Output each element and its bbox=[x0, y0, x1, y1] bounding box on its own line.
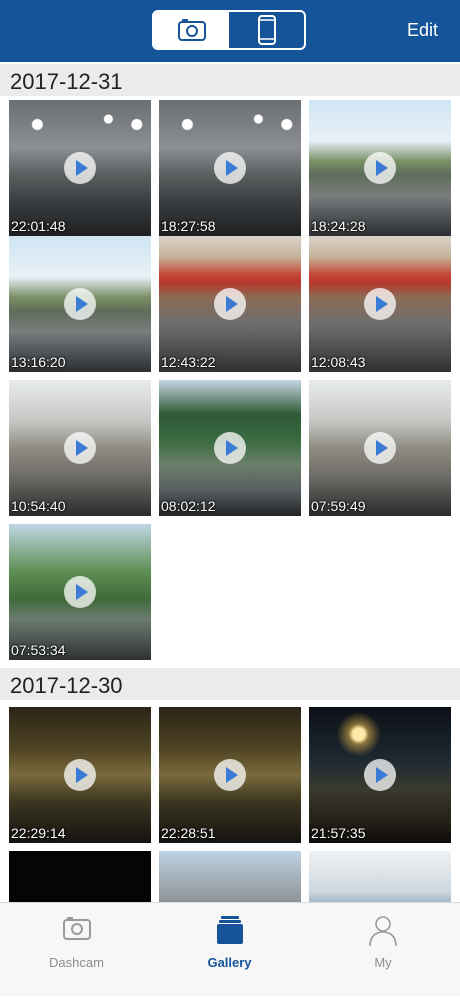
video-thumbnail[interactable] bbox=[159, 851, 301, 902]
tab-gallery[interactable]: Gallery bbox=[153, 903, 306, 997]
video-time: 12:43:22 bbox=[161, 354, 216, 370]
play-icon bbox=[214, 288, 246, 320]
phone-icon bbox=[257, 15, 276, 45]
play-icon bbox=[364, 432, 396, 464]
play-icon bbox=[214, 432, 246, 464]
tab-my[interactable]: My bbox=[306, 903, 460, 997]
video-thumbnail[interactable]: 10:54:40 bbox=[9, 380, 151, 516]
video-time: 18:24:28 bbox=[311, 218, 366, 234]
video-time: 12:08:43 bbox=[311, 354, 366, 370]
play-icon bbox=[364, 759, 396, 791]
video-time: 07:59:49 bbox=[311, 498, 366, 514]
source-segmented-control[interactable] bbox=[152, 10, 306, 50]
camera-icon bbox=[177, 19, 206, 41]
video-time: 07:53:34 bbox=[11, 642, 66, 658]
thumbnail-image bbox=[159, 851, 301, 902]
video-thumbnail[interactable]: 12:08:43 bbox=[309, 236, 451, 372]
video-thumbnail[interactable]: 12:43:22 bbox=[159, 236, 301, 372]
play-icon bbox=[64, 759, 96, 791]
play-icon bbox=[64, 288, 96, 320]
video-time: 18:27:58 bbox=[161, 218, 216, 234]
video-time: 22:01:48 bbox=[11, 218, 66, 234]
video-thumbnail[interactable]: 22:29:14 bbox=[9, 707, 151, 843]
play-icon bbox=[64, 152, 96, 184]
video-thumbnail[interactable]: 22:28:51 bbox=[159, 707, 301, 843]
section-date-header: 2017-12-30 bbox=[0, 668, 460, 700]
section-date: 2017-12-31 bbox=[10, 69, 123, 94]
video-time: 22:29:14 bbox=[11, 825, 66, 841]
tab-dashcam[interactable]: Dashcam bbox=[0, 903, 153, 997]
video-thumbnail[interactable]: 13:16:20 bbox=[9, 236, 151, 372]
gallery-icon bbox=[216, 916, 243, 944]
tab-label: Dashcam bbox=[49, 955, 104, 970]
video-time: 10:54:40 bbox=[11, 498, 66, 514]
video-thumbnail[interactable]: 08:02:12 bbox=[159, 380, 301, 516]
camera-icon bbox=[62, 917, 91, 940]
video-thumbnail[interactable]: 22:01:48 bbox=[9, 100, 151, 236]
video-time: 13:16:20 bbox=[11, 354, 66, 370]
play-icon bbox=[364, 152, 396, 184]
video-thumbnail[interactable] bbox=[9, 851, 151, 902]
video-time: 21:57:35 bbox=[311, 825, 366, 841]
segment-phone[interactable] bbox=[229, 12, 304, 48]
video-thumbnail[interactable]: 07:59:49 bbox=[309, 380, 451, 516]
tab-bar: Dashcam Gallery My bbox=[0, 902, 460, 996]
video-thumbnail[interactable]: 18:24:28 bbox=[309, 100, 451, 236]
edit-button[interactable]: Edit bbox=[407, 20, 438, 41]
play-icon bbox=[214, 759, 246, 791]
video-thumbnail[interactable]: 21:57:35 bbox=[309, 707, 451, 843]
play-icon bbox=[364, 288, 396, 320]
video-time: 22:28:51 bbox=[161, 825, 216, 841]
play-icon bbox=[64, 432, 96, 464]
play-icon bbox=[214, 152, 246, 184]
thumbnail-image bbox=[309, 851, 451, 902]
section-date-header: 2017-12-31 bbox=[0, 64, 460, 96]
video-thumbnail[interactable] bbox=[309, 851, 451, 902]
play-icon bbox=[64, 576, 96, 608]
segment-dashcam[interactable] bbox=[154, 12, 229, 48]
video-thumbnail[interactable]: 07:53:34 bbox=[9, 524, 151, 660]
video-time: 08:02:12 bbox=[161, 498, 216, 514]
section-date: 2017-12-30 bbox=[10, 673, 123, 698]
tab-label: My bbox=[374, 955, 392, 970]
gallery-list[interactable]: 2017-12-31 22:01:48 18:27:58 18:24:28 13… bbox=[0, 62, 460, 902]
tab-label: Gallery bbox=[207, 955, 252, 970]
thumbnail-image bbox=[9, 851, 151, 902]
top-bar: Edit bbox=[0, 0, 460, 62]
person-icon bbox=[369, 916, 397, 947]
video-thumbnail[interactable]: 18:27:58 bbox=[159, 100, 301, 236]
